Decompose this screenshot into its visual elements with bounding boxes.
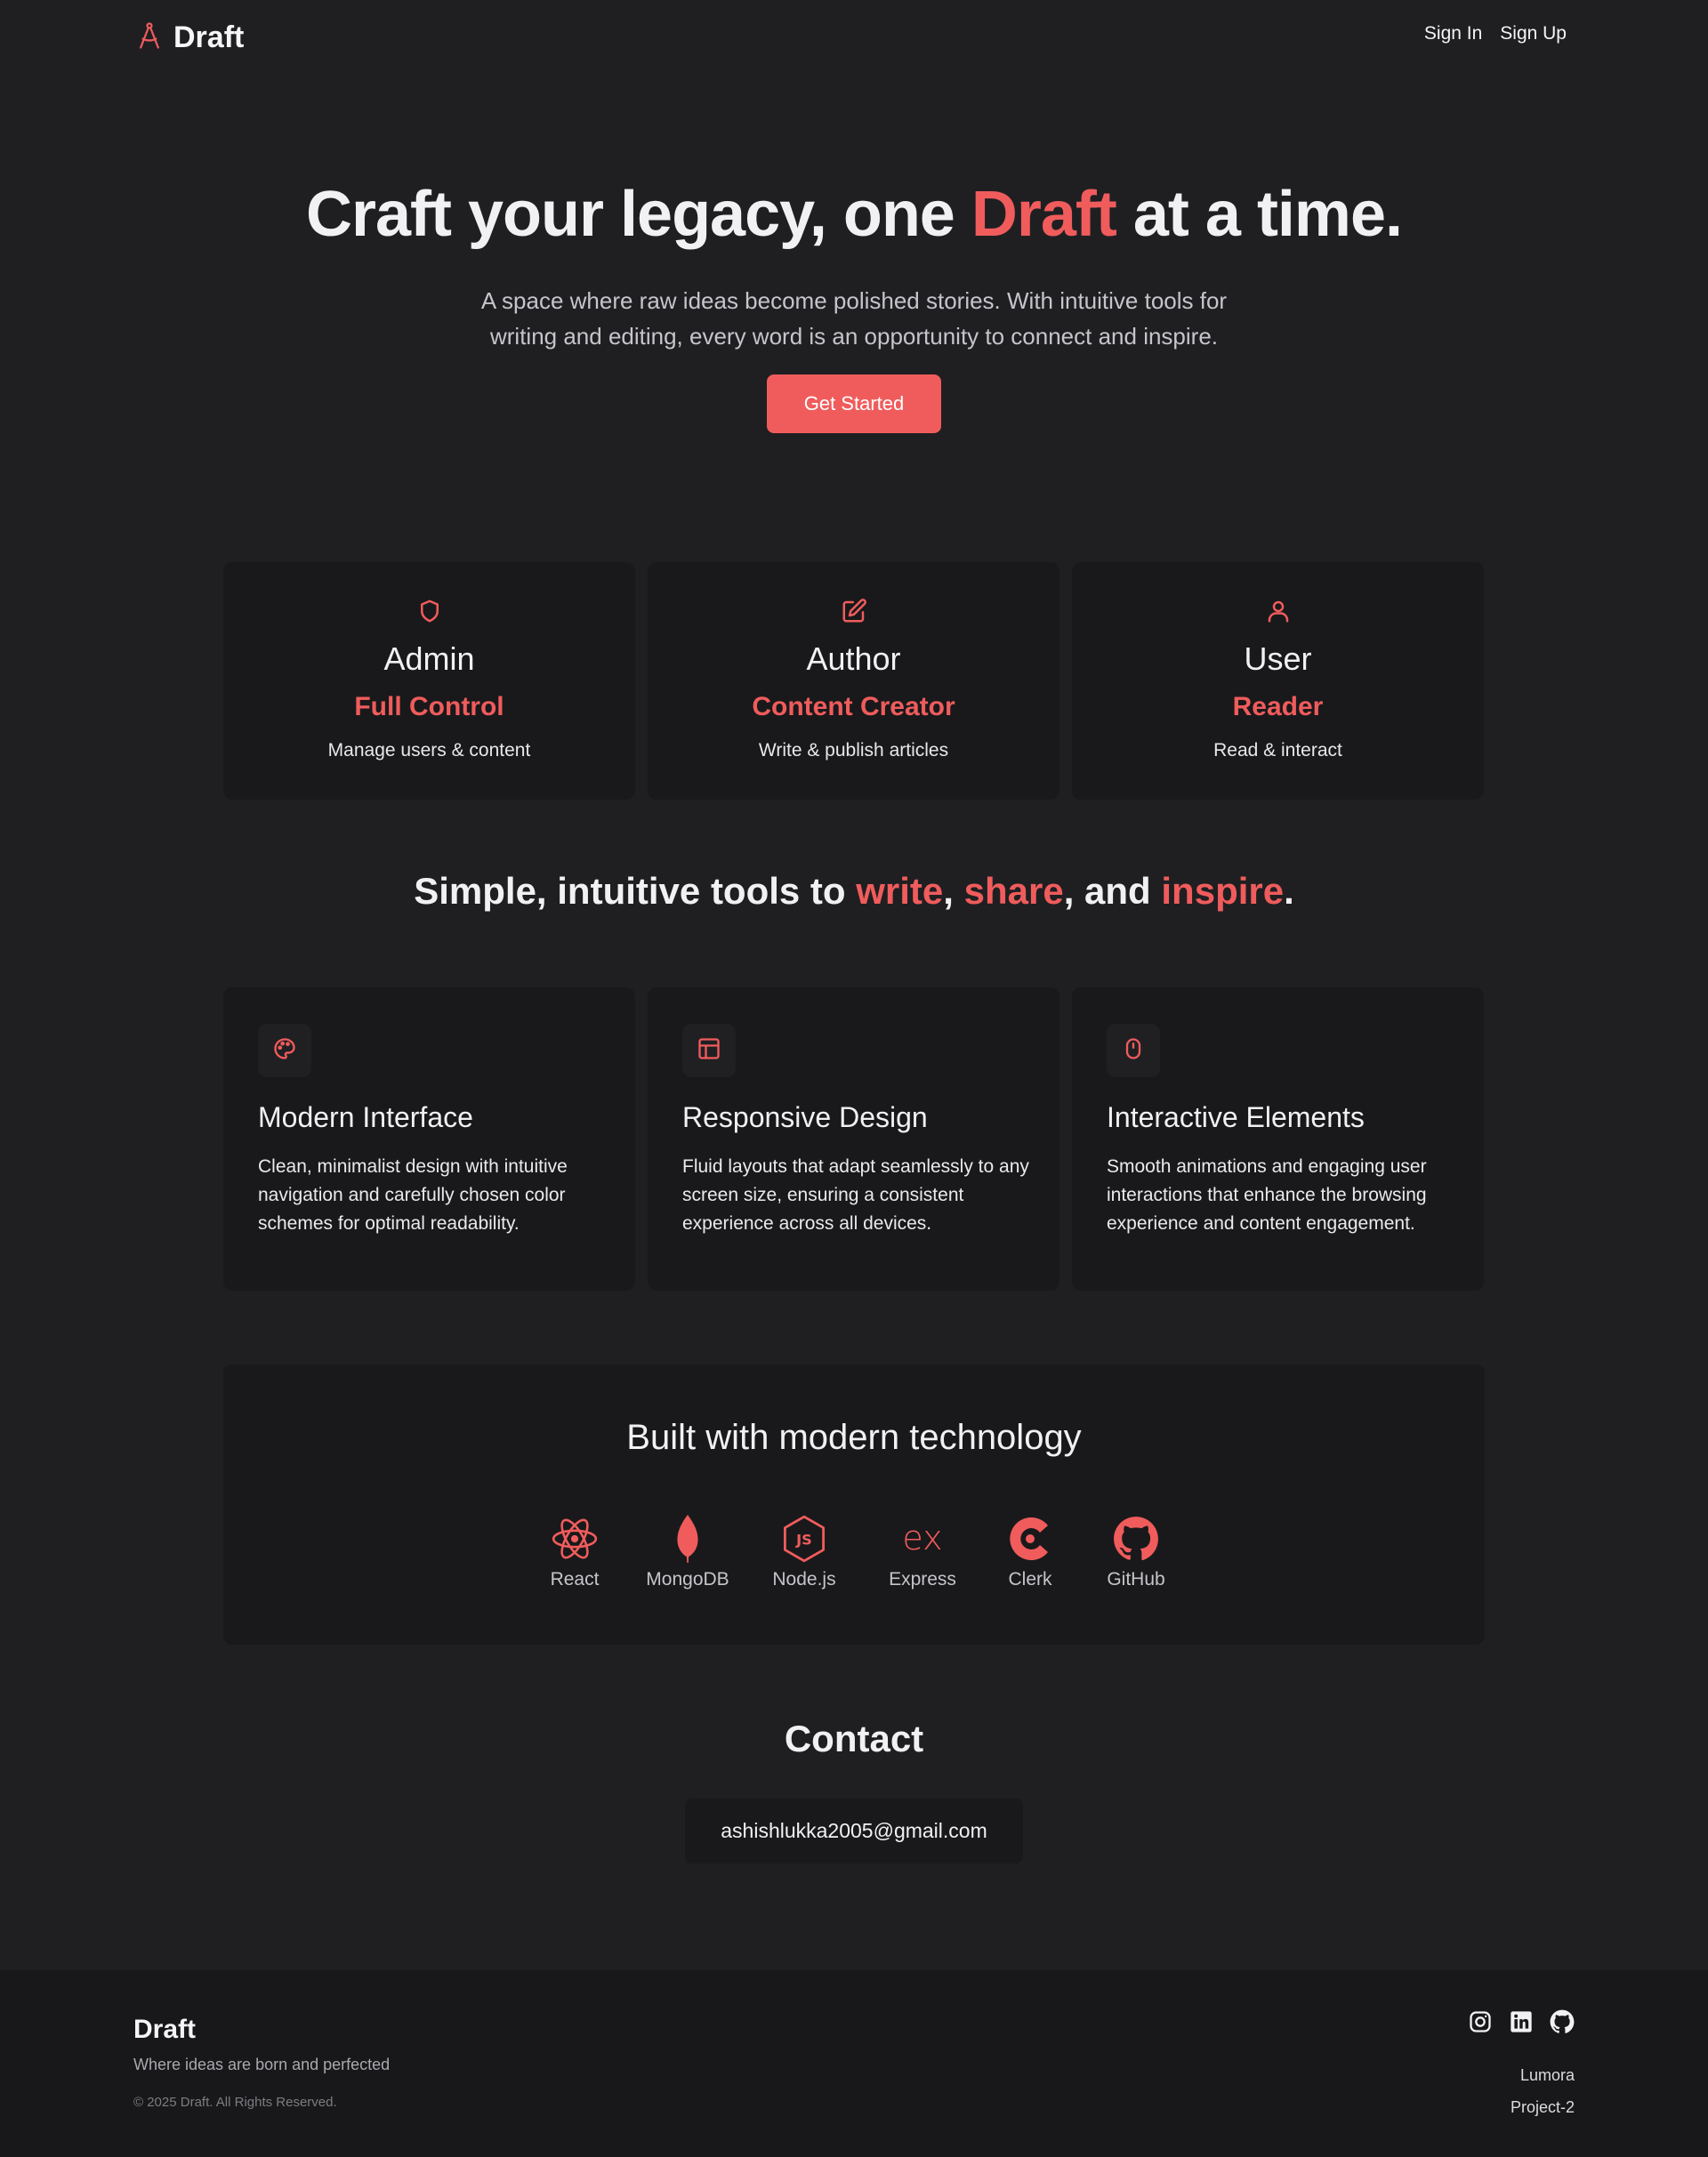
sign-up-link[interactable]: Sign Up: [1500, 23, 1567, 44]
pencil-square-icon: [841, 598, 867, 624]
heading-accent: inspire: [1161, 870, 1285, 912]
linkedin-icon[interactable]: [1509, 2009, 1534, 2034]
role-description: Read & interact: [1213, 740, 1342, 761]
heading-part: Simple, intuitive tools to: [414, 870, 857, 912]
tech-title: Built with modern technology: [626, 1418, 1082, 1457]
instagram-icon[interactable]: [1468, 2009, 1493, 2034]
heading-accent: share: [963, 870, 1064, 912]
role-card-admin: Admin Full Control Manage users & conten…: [223, 562, 635, 800]
feature-title: Modern Interface: [258, 1101, 473, 1133]
user-icon: [1265, 598, 1292, 624]
role-description: Write & publish articles: [758, 740, 949, 761]
feature-icon-box: [682, 1024, 736, 1077]
tech-item-express: ex Express: [882, 1512, 963, 1590]
sign-in-link[interactable]: Sign In: [1424, 23, 1482, 44]
feature-description: Clean, minimalist design with intuitive …: [258, 1156, 568, 1234]
site-footer: Draft Where ideas are born and perfected…: [0, 1970, 1708, 2157]
footer-link-project-2[interactable]: Project-2: [1511, 2098, 1575, 2117]
mouse-icon: [1121, 1036, 1146, 1066]
footer-tagline: Where ideas are born and perfected: [133, 2056, 391, 2073]
role-subtitle: Reader: [1232, 692, 1324, 721]
footer-copyright: © 2025 Draft. All Rights Reserved.: [133, 2095, 337, 2110]
get-started-button[interactable]: Get Started: [767, 374, 941, 433]
site-header: Draft Sign In Sign Up: [0, 0, 1708, 75]
feature-card-interactive-elements: Interactive Elements Smooth animations a…: [1072, 987, 1484, 1291]
hero-subtitle-line: A space where raw ideas become polished …: [480, 287, 1228, 314]
tech-item-nodejs: JS Node.js: [764, 1512, 844, 1590]
clerk-icon: [999, 1512, 1061, 1565]
brand-logo[interactable]: Draft: [136, 18, 244, 57]
leaf-icon: [639, 1512, 737, 1565]
compass-icon: [136, 21, 163, 54]
feature-icon-box: [1107, 1024, 1160, 1077]
hero-title-part: at a time.: [1116, 179, 1403, 250]
tech-section: Built with modern technology React Mongo…: [223, 1364, 1485, 1645]
footer-brand: Draft: [133, 2015, 197, 2044]
svg-text:JS: JS: [795, 1531, 812, 1548]
palette-icon: [272, 1036, 297, 1066]
role-title: Author: [806, 640, 901, 677]
role-description: Manage users & content: [327, 740, 531, 761]
heading-accent: write: [856, 870, 944, 912]
role-subtitle: Content Creator: [752, 692, 955, 721]
feature-title: Interactive Elements: [1107, 1101, 1365, 1133]
hero-subtitle-line: writing and editing, every word is an op…: [489, 323, 1219, 350]
hero-title-accent: Draft: [971, 179, 1117, 250]
heading-part: , and: [1063, 870, 1162, 912]
feature-description: Fluid layouts that adapt seamlessly to a…: [682, 1156, 1029, 1234]
github-icon[interactable]: [1550, 2009, 1575, 2034]
contact-title: Contact: [784, 1718, 924, 1759]
nodejs-icon: JS: [764, 1512, 844, 1565]
feature-title: Responsive Design: [682, 1101, 928, 1133]
tech-item-clerk: Clerk: [999, 1512, 1061, 1590]
hero-subtitle: A space where raw ideas become polished …: [454, 283, 1254, 354]
auth-nav: Sign In Sign Up: [1424, 23, 1567, 44]
tech-label: MongoDB: [646, 1569, 729, 1590]
hero-title: Craft your legacy, one Draft at a time.: [0, 178, 1708, 251]
feature-card-modern-interface: Modern Interface Clean, minimalist desig…: [223, 987, 635, 1291]
tech-label: Node.js: [772, 1569, 836, 1590]
express-icon: ex: [882, 1512, 963, 1565]
hero-title-part: Craft your legacy, one: [305, 179, 971, 250]
feature-icon-box: [258, 1024, 311, 1077]
react-icon: [539, 1512, 610, 1565]
role-card-user: User Reader Read & interact: [1072, 562, 1484, 800]
heading-part: ,: [943, 870, 964, 912]
shield-icon: [416, 598, 443, 624]
brand-name: Draft: [173, 20, 245, 54]
role-subtitle: Full Control: [354, 692, 504, 721]
feature-card-responsive-design: Responsive Design Fluid layouts that ada…: [648, 987, 1059, 1291]
heading-part: .: [1284, 870, 1294, 912]
tech-item-github: GitHub: [1100, 1512, 1172, 1590]
tools-heading: Simple, intuitive tools to write, share,…: [0, 870, 1708, 913]
tech-label: React: [550, 1569, 600, 1590]
social-links: [1468, 2009, 1575, 2034]
footer-link-lumora[interactable]: Lumora: [1520, 2066, 1575, 2085]
contact-email[interactable]: ashishlukka2005@gmail.com: [685, 1799, 1023, 1863]
tech-label: Express: [889, 1569, 956, 1590]
tech-item-react: React: [539, 1512, 610, 1590]
role-title: Admin: [383, 640, 475, 677]
tech-label: GitHub: [1107, 1569, 1165, 1590]
tech-item-mongodb: MongoDB: [639, 1512, 737, 1590]
role-title: User: [1244, 640, 1312, 677]
github-icon: [1100, 1512, 1172, 1565]
tech-label: Clerk: [1008, 1569, 1052, 1590]
feature-description: Smooth animations and engaging user inte…: [1107, 1156, 1427, 1234]
layout-icon: [697, 1036, 721, 1066]
svg-text:ex: ex: [902, 1521, 942, 1557]
role-card-author: Author Content Creator Write & publish a…: [648, 562, 1059, 800]
